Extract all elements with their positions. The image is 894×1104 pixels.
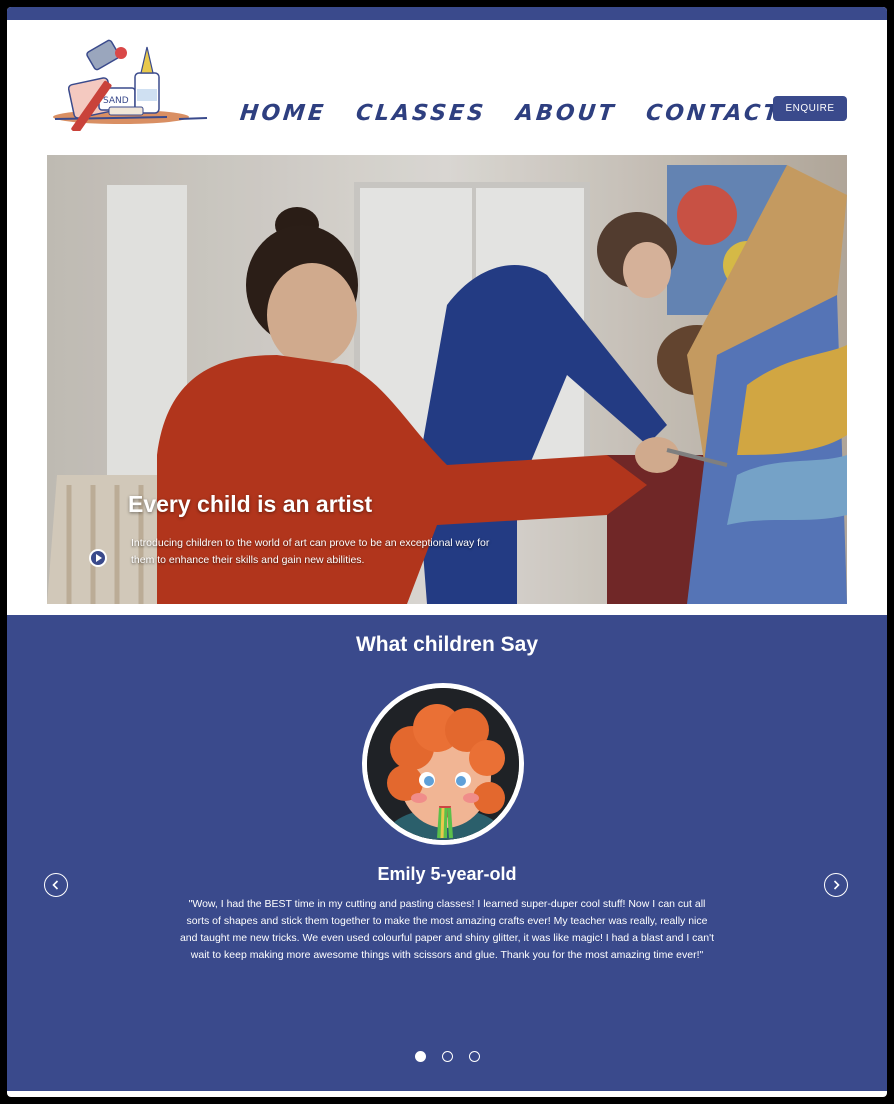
nav-classes[interactable]: CLASSES <box>355 101 488 126</box>
chevron-left-icon <box>52 880 59 890</box>
web-page: SAND HOME CLASSES ABOUT CONTACT ENQUIRE <box>7 7 887 1097</box>
avatar <box>362 683 524 845</box>
main-nav: HOME CLASSES ABOUT CONTACT <box>239 101 811 126</box>
chevron-right-icon <box>833 880 840 890</box>
next-slide-button[interactable] <box>824 873 848 897</box>
testimonials-heading: What children Say <box>355 633 539 656</box>
window-frame: SAND HOME CLASSES ABOUT CONTACT ENQUIRE <box>0 0 894 1104</box>
top-accent-bar <box>7 7 887 20</box>
prev-slide-button[interactable] <box>44 873 68 897</box>
testimonial-name: Emily 5-year-old <box>377 864 517 884</box>
play-icon <box>91 551 105 565</box>
play-button[interactable] <box>89 549 107 567</box>
logo-illustration: SAND <box>53 39 208 134</box>
svg-text:SAND: SAND <box>103 96 129 106</box>
slide-dot-2[interactable] <box>441 1051 453 1062</box>
site-logo[interactable]: SAND <box>49 33 209 134</box>
testimonial-quote: "Wow, I had the BEST time in my cutting … <box>179 898 715 961</box>
nav-home[interactable]: HOME <box>239 101 328 126</box>
slide-indicators <box>7 1051 887 1062</box>
nav-contact[interactable]: CONTACT <box>645 101 783 126</box>
hero-title: Every child is an artist <box>128 491 373 517</box>
slide-dot-1[interactable] <box>414 1051 426 1062</box>
testimonials-section: What children Say Emily 5-year-old "Wow,… <box>7 615 887 1091</box>
nav-about[interactable]: ABOUT <box>515 101 618 126</box>
hero-banner: Every child is an artist Introducing chi… <box>47 155 847 604</box>
enquire-button[interactable]: ENQUIRE <box>773 96 847 121</box>
slide-dot-3[interactable] <box>468 1051 480 1062</box>
hero-description: Introducing children to the world of art… <box>131 537 490 566</box>
avatar-illustration <box>367 688 519 840</box>
